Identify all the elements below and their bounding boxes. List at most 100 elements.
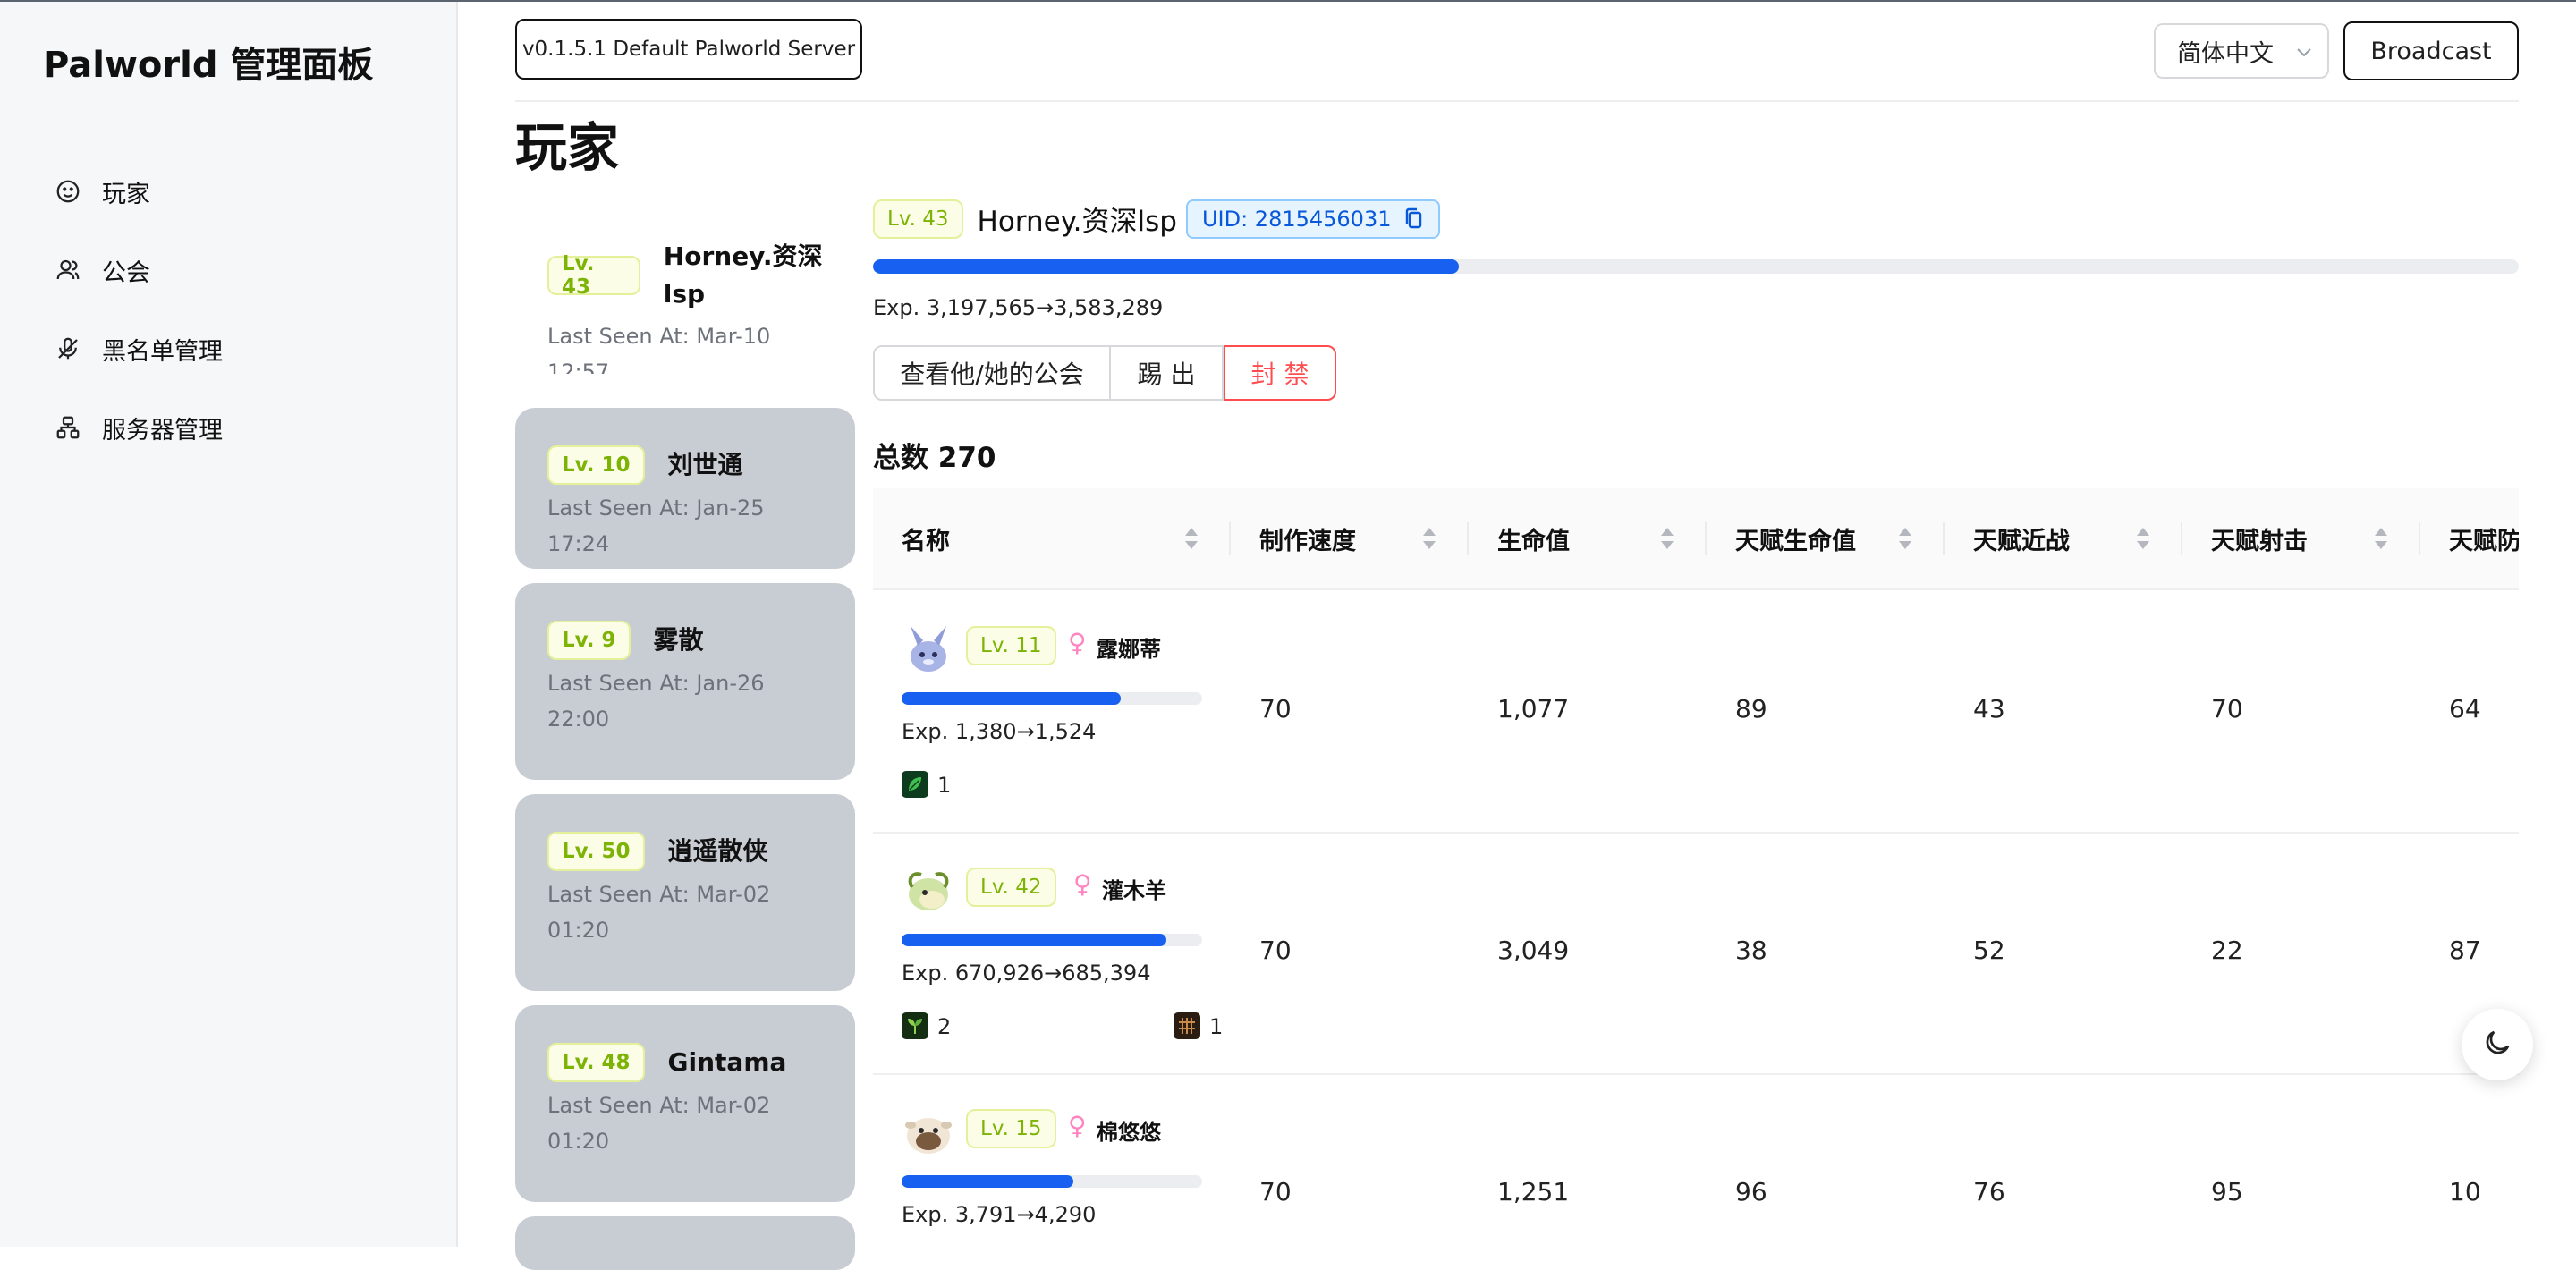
page-title: 玩家 — [515, 117, 620, 178]
craft-speed-value: 70 — [1259, 936, 1292, 965]
female-icon: ♀ — [1068, 628, 1087, 657]
language-select[interactable]: 简体中文 — [2154, 23, 2329, 79]
column-header-talent-defense[interactable]: 天赋防 — [2420, 488, 2519, 588]
sort-icon[interactable] — [1658, 526, 1676, 555]
talent-shot-value: 70 — [2211, 694, 2243, 724]
column-header-craft-speed[interactable]: 制作速度 — [1231, 488, 1469, 588]
pal-exp-progress-fill — [902, 692, 1122, 705]
player-card[interactable]: Lv. 9 雾散 Last Seen At: Jan-26 22:00 — [515, 583, 855, 780]
sidebar: Palworld 管理面板 玩家 公会 黑名单管理 服务器管理 — [0, 2, 458, 1247]
pal-total-count: 总数 270 — [873, 442, 996, 474]
player-level-badge: Lv. 50 — [547, 832, 645, 871]
pal-avatar — [902, 864, 955, 918]
female-icon: ♀ — [1073, 869, 1092, 899]
player-card[interactable]: Lv. 48 Gintama Last Seen At: Mar-02 01:2… — [515, 1005, 855, 1202]
talent-defense-value: 87 — [2449, 936, 2481, 965]
pal-name: 棉悠悠 — [1097, 1120, 1161, 1145]
pal-exp-text: Exp. 670,926→685,394 — [902, 961, 1151, 986]
copy-icon[interactable] — [1404, 207, 1424, 231]
server-icon — [50, 410, 86, 445]
player-name: 逍遥散侠 — [667, 836, 768, 866]
skill-count: 2 — [937, 1014, 952, 1039]
player-card[interactable]: Lv. 43 Horney.资深lsp Last Seen At: Mar-10… — [515, 204, 855, 374]
skill-count: 1 — [937, 773, 952, 798]
pal-exp-progress — [902, 934, 1202, 946]
server-version-button[interactable]: v0.1.5.1 Default Palworld Server — [515, 19, 862, 80]
talent-defense-value: 10 — [2449, 1177, 2481, 1206]
pal-level-badge: Lv. 42 — [966, 868, 1056, 907]
language-select-value: 简体中文 — [2177, 39, 2274, 68]
users-icon — [50, 252, 86, 288]
player-level-badge: Lv. 10 — [547, 445, 645, 485]
column-header-talent-melee[interactable]: 天赋近战 — [1945, 488, 2182, 588]
player-level-badge: Lv. 48 — [547, 1043, 645, 1082]
view-guild-button[interactable]: 查看他/她的公会 — [873, 345, 1111, 401]
ban-button[interactable]: 封 禁 — [1224, 345, 1336, 401]
column-header-hp[interactable]: 生命值 — [1469, 488, 1707, 588]
sort-icon[interactable] — [2372, 526, 2390, 555]
column-header-talent-shot[interactable]: 天赋射击 — [2182, 488, 2420, 588]
pal-exp-progress — [902, 692, 1202, 705]
pal-name: 露娜蒂 — [1097, 637, 1161, 662]
player-level-badge: Lv. 9 — [547, 621, 631, 660]
fence-icon — [1174, 1012, 1200, 1039]
player-card[interactable]: Lv. 50 逍遥散侠 Last Seen At: Mar-02 01:20 — [515, 794, 855, 991]
table-row[interactable]: Lv. 42 ♀ 灌木羊 Exp. 670,926→685,394 2 1 70… — [873, 834, 2519, 1075]
mic-off-icon — [50, 331, 86, 367]
player-last-seen: Last Seen At: Jan-25 17:24 — [547, 495, 765, 556]
sidebar-item-label: 公会 — [102, 258, 150, 287]
pal-exp-progress — [902, 1175, 1202, 1188]
hp-value: 1,077 — [1497, 694, 1570, 724]
female-icon: ♀ — [1068, 1111, 1087, 1140]
sidebar-item-label: 服务器管理 — [102, 416, 223, 444]
uid-tag[interactable]: UID: 2815456031 — [1185, 199, 1440, 239]
sort-icon[interactable] — [1420, 526, 1438, 555]
hp-value: 1,251 — [1497, 1177, 1570, 1206]
sort-icon[interactable] — [2134, 526, 2152, 555]
column-header-name[interactable]: 名称 — [873, 488, 1231, 588]
player-name: 刘世通 — [667, 450, 743, 479]
broadcast-button[interactable]: Broadcast — [2343, 21, 2519, 80]
pal-name: 灌木羊 — [1102, 878, 1166, 903]
pal-exp-text: Exp. 1,380→1,524 — [902, 719, 1097, 744]
sort-icon[interactable] — [1896, 526, 1914, 555]
sidebar-item-label: 玩家 — [102, 180, 150, 208]
player-name: Gintama — [667, 1047, 787, 1077]
table-row[interactable]: Lv. 15 ♀ 棉悠悠 Exp. 3,791→4,290 70 1,251 9… — [873, 1075, 2519, 1247]
smile-icon — [50, 174, 86, 209]
pal-exp-text: Exp. 3,791→4,290 — [902, 1202, 1097, 1227]
column-header-talent-hp[interactable]: 天赋生命值 — [1707, 488, 1945, 588]
sort-icon[interactable] — [1182, 526, 1200, 555]
talent-hp-value: 96 — [1735, 1177, 1767, 1206]
header-divider — [515, 100, 2519, 102]
sidebar-item-blacklist[interactable]: 黑名单管理 — [50, 309, 223, 388]
pal-exp-progress-fill — [902, 1175, 1073, 1188]
player-last-seen: Last Seen At: Jan-26 22:00 — [547, 671, 765, 732]
leaf-icon — [902, 771, 928, 798]
chevron-down-icon — [2293, 39, 2315, 71]
detail-level-badge: Lv. 43 — [873, 199, 963, 239]
hp-value: 3,049 — [1497, 936, 1570, 965]
player-last-seen: Last Seen At: Mar-02 01:20 — [547, 882, 771, 943]
sidebar-item-guilds[interactable]: 公会 — [50, 231, 223, 309]
pal-avatar — [902, 622, 955, 676]
sidebar-item-players[interactable]: 玩家 — [50, 152, 223, 231]
detail-player-name: Horney.资深lsp — [977, 206, 1177, 238]
talent-melee-value: 43 — [1973, 694, 2005, 724]
sprout-icon — [902, 1012, 928, 1039]
player-name: 雾散 — [653, 625, 704, 655]
pal-avatar — [902, 1105, 955, 1159]
player-name: Horney.资深lsp — [663, 241, 823, 309]
table-header: 名称 制作速度 生命值 天赋生命值 天赋近战 天赋射击 天赋防 — [873, 488, 2519, 590]
player-card[interactable]: Lv. 10 刘世通 Last Seen At: Jan-25 17:24 — [515, 408, 855, 569]
uid-text: UID: 2815456031 — [1201, 206, 1392, 232]
player-exp-progress — [873, 259, 2519, 274]
craft-speed-value: 70 — [1259, 1177, 1292, 1206]
player-last-seen: Last Seen At: Mar-02 01:20 — [547, 1093, 771, 1154]
table-row[interactable]: Lv. 11 ♀ 露娜蒂 Exp. 1,380→1,524 1 70 1,077… — [873, 590, 2519, 834]
player-card[interactable] — [515, 1216, 855, 1270]
sidebar-item-server[interactable]: 服务器管理 — [50, 388, 223, 467]
kick-button[interactable]: 踢 出 — [1111, 345, 1224, 401]
theme-toggle-button[interactable] — [2462, 1009, 2533, 1080]
player-detail-header: Lv. 43 Horney.资深lsp UID: 2815456031 — [873, 199, 1440, 239]
